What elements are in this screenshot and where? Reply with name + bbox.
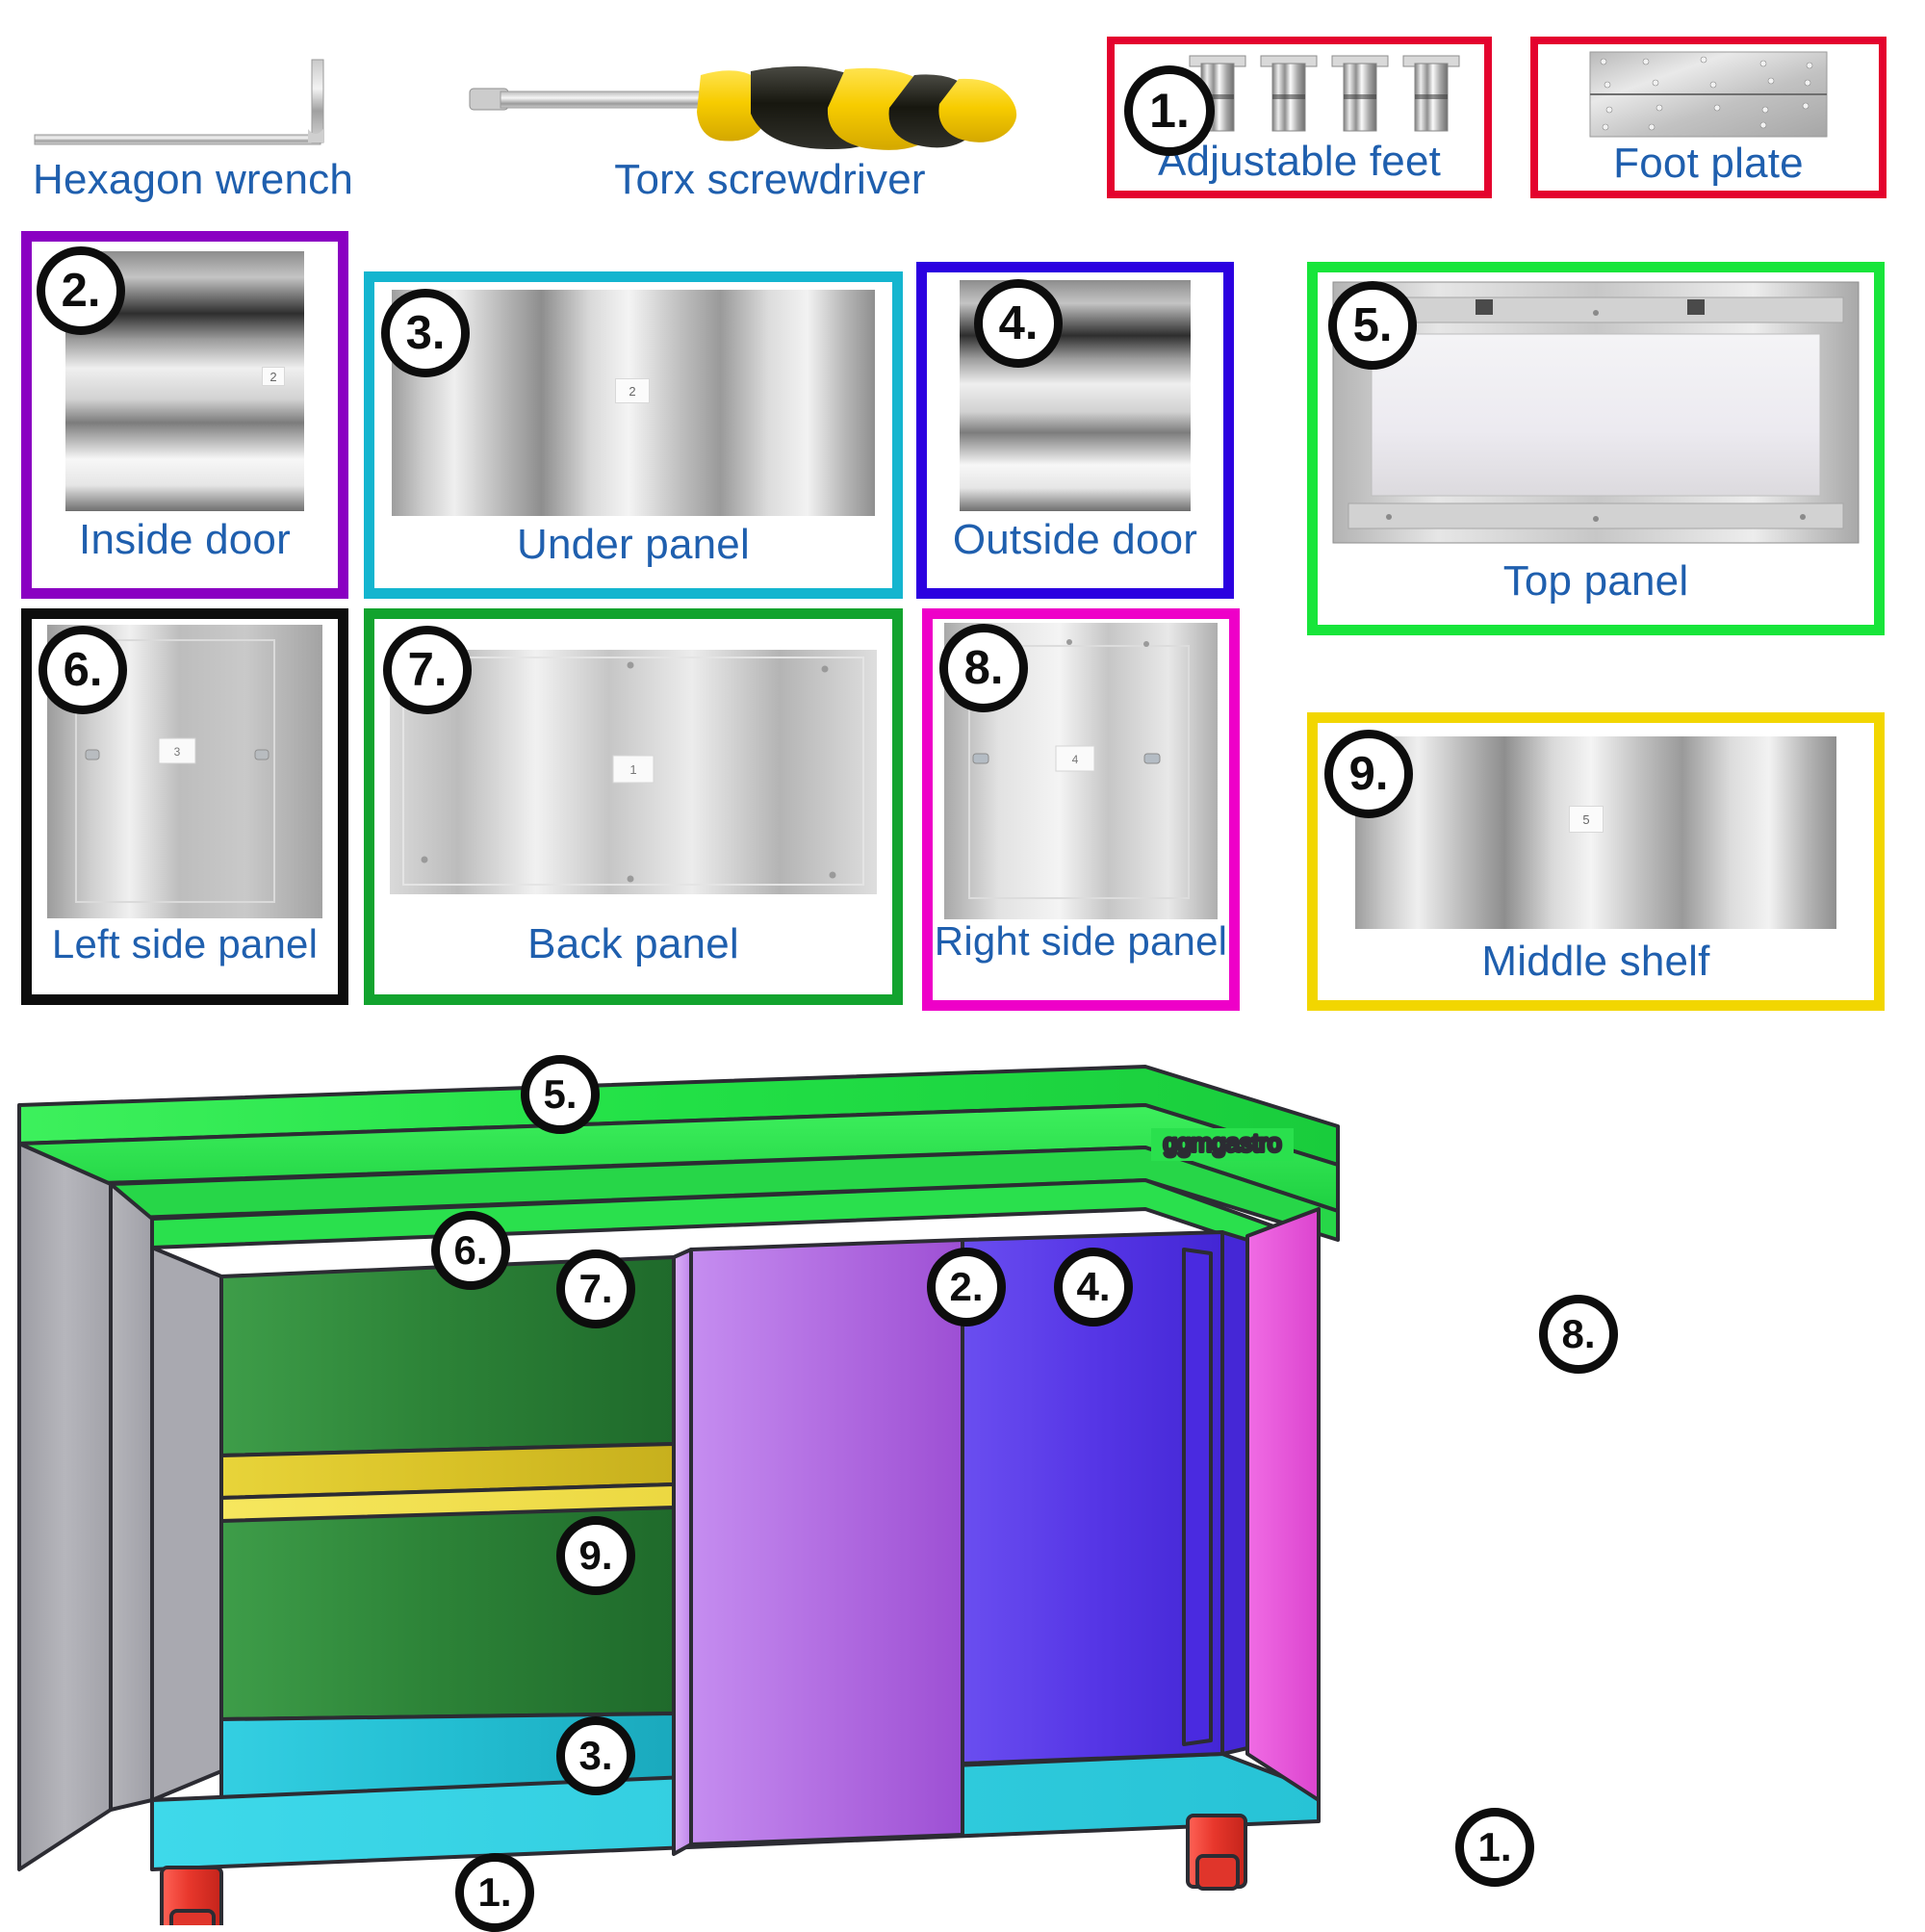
outside-door-inner-edge (1182, 1248, 1213, 1746)
assembly-callout-9: 9. (556, 1516, 635, 1595)
foot-plate-photo (1588, 50, 1829, 139)
top-panel-label: Top panel (1502, 557, 1689, 605)
left-side-outer (17, 1142, 113, 1871)
brand-plate-text: ggmgastro (1164, 1128, 1282, 1157)
assembly-callout-2: 2. (927, 1248, 1006, 1327)
middle-shelf-photo: 5 (1355, 736, 1836, 929)
svg-text:4: 4 (1072, 753, 1079, 766)
back-panel-label: Back panel (527, 920, 739, 967)
assembly-callout-6: 6. (431, 1211, 510, 1290)
part-number-4: 4. (974, 279, 1063, 368)
assembly-callout-5: 5. (521, 1055, 600, 1134)
hexagon-wrench-label: Hexagon wrench (33, 156, 353, 203)
middle-shelf-label: Middle shelf (1481, 938, 1710, 985)
svg-text:3: 3 (174, 745, 181, 759)
part-number-8: 8. (939, 624, 1028, 712)
right-side-panel (1245, 1207, 1321, 1802)
part-number-1: 1. (1124, 65, 1215, 156)
hex-key-icon (27, 50, 359, 151)
assembly-callout-1-right: 1. (1455, 1808, 1534, 1887)
adjustable-feet-photo (1184, 52, 1473, 137)
left-side-edge (109, 1182, 154, 1812)
screwdriver-icon (462, 46, 1078, 152)
inside-door-tag: 2 (262, 367, 285, 386)
left-side-panel-label: Left side panel (51, 921, 319, 966)
under-panel-label: Under panel (517, 521, 750, 568)
foot-plate-label: Foot plate (1613, 140, 1804, 187)
part-box-outside-door: Outside door (916, 262, 1234, 599)
inside-door-label: Inside door (79, 516, 291, 563)
outside-door-edge (1220, 1230, 1249, 1756)
part-number-5: 5. (1328, 281, 1417, 370)
outside-door-label: Outside door (952, 516, 1198, 563)
assembly-callout-7: 7. (556, 1249, 635, 1328)
part-number-7: 7. (383, 626, 472, 714)
left-side-inner (150, 1246, 223, 1802)
inside-door-face (689, 1238, 964, 1846)
part-number-3: 3. (381, 289, 470, 377)
tools-row: Hexagon wrench Torx screwdriver Adjustab… (0, 0, 1925, 221)
assembly-callout-3: 3. (556, 1716, 635, 1795)
adjustable-feet-label: Adjustable feet (1157, 138, 1442, 185)
part-number-2: 2. (37, 246, 125, 335)
adjustable-foot-left (160, 1866, 223, 1925)
part-number-9: 9. (1324, 730, 1413, 818)
svg-text:1: 1 (629, 762, 636, 777)
adjustable-foot-right (1186, 1814, 1247, 1891)
assembly-diagram: ggmgastro (0, 1040, 1925, 1925)
right-side-panel-label: Right side panel (934, 918, 1228, 964)
assembly-callout-8: 8. (1539, 1295, 1618, 1374)
middle-shelf-tag: 5 (1569, 806, 1604, 833)
assembly-callout-4: 4. (1054, 1248, 1133, 1327)
torx-screwdriver-label: Torx screwdriver (614, 156, 926, 203)
part-number-6: 6. (38, 626, 127, 714)
under-panel-tag: 2 (615, 378, 650, 403)
assembly-callout-1-left: 1. (455, 1853, 534, 1932)
part-box-foot-plate: Foot plate (1530, 37, 1886, 198)
inside-door-edge (672, 1248, 693, 1856)
